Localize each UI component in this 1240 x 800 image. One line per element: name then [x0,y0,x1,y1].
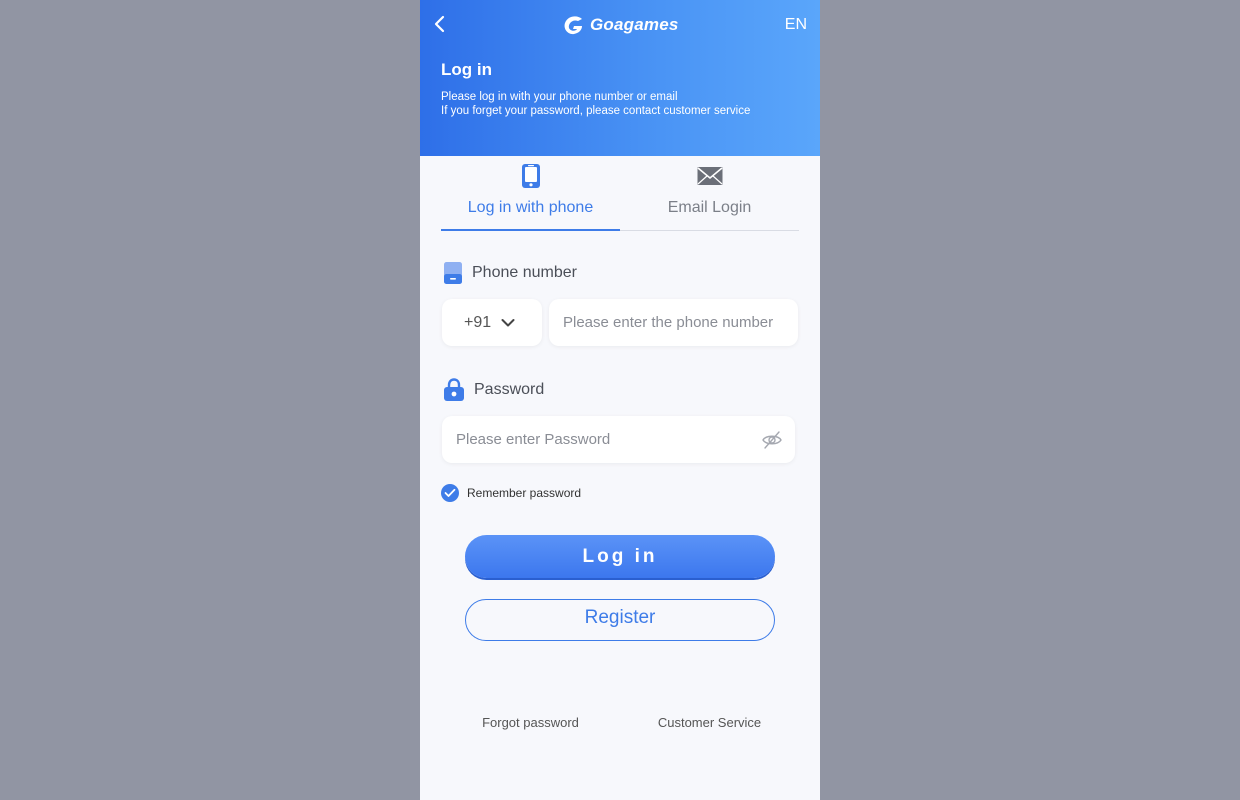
subtitle-line-2: If you forget your password, please cont… [441,104,751,117]
phone-number-label: Phone number [443,261,577,285]
checkbox-checked-icon [441,484,459,502]
customer-service-link[interactable]: Customer Service [620,715,799,730]
subtitle-line-1: Please log in with your phone number or … [441,91,678,103]
country-code-value: +91 [464,313,492,331]
brand-logo: Goagames [562,12,679,38]
lock-icon [444,378,464,401]
envelope-icon [696,167,723,185]
page-title: Log in [441,60,492,79]
tab-email-login[interactable]: Email Login [620,156,799,230]
login-screen: Goagames EN Log in Please log in with yo… [420,0,820,800]
chevron-left-icon [434,15,445,33]
login-method-tabs: Log in with phone Email Login [441,156,799,231]
login-button[interactable]: Log in [465,535,775,578]
country-code-select[interactable]: +91 [442,299,542,346]
tab-phone-login[interactable]: Log in with phone [441,156,620,231]
remember-password-label: Remember password [467,486,582,500]
password-label: Password [443,378,544,402]
phone-field-icon [444,262,462,284]
brand-name: Goagames [590,15,679,34]
language-selector[interactable]: EN [785,16,807,34]
header: Goagames EN Log in Please log in with yo… [420,0,820,156]
phone-number-label-text: Phone number [472,264,577,281]
tab-email-label: Email Login [667,199,752,216]
phone-number-input[interactable] [549,299,798,346]
forgot-password-link[interactable]: Forgot password [441,715,620,730]
eye-closed-icon[interactable] [761,430,783,450]
brand-logo-icon [564,16,582,35]
password-input[interactable] [442,416,795,463]
back-button[interactable] [428,12,452,36]
chevron-down-icon [501,318,515,326]
register-button[interactable]: Register [465,599,775,641]
tab-phone-label: Log in with phone [467,199,594,216]
phone-icon [521,164,540,188]
password-label-text: Password [474,381,545,398]
remember-password-checkbox[interactable]: Remember password [441,484,581,502]
page-subtitle: Please log in with your phone number or … [441,91,750,118]
